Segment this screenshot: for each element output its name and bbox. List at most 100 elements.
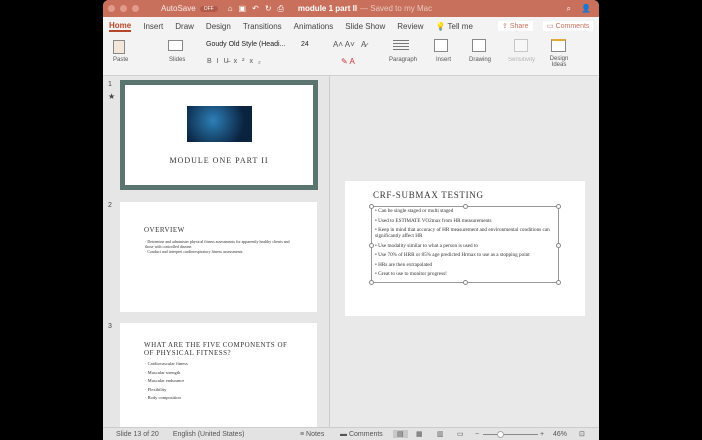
paragraph-icon[interactable] [393,40,409,51]
tab-transitions[interactable]: Transitions [243,22,282,31]
notes-button[interactable]: ≡ Notes [300,431,324,438]
paragraph-label: Paragraph [389,57,418,63]
undo-icon[interactable]: ↶ [252,4,259,13]
resize-handle[interactable] [556,243,561,248]
powerpoint-window: AutoSave OFF ⌂ ▣ ↶ ↻ ⎙ module 1 part II … [103,0,599,440]
zoom-in-button[interactable]: + [540,431,544,438]
slide-bullet: • Great to use to monitor progress! [375,271,447,277]
content-textbox[interactable]: • Can be single staged or multi staged •… [369,204,561,285]
slide-bullet: • Use 70% of HRR or 85% age predicted Hr… [375,252,530,258]
resize-handle[interactable] [369,204,374,209]
print-icon[interactable]: ⎙ [278,4,284,14]
fit-slide-icon[interactable]: ⊡ [579,430,585,438]
slides-icon[interactable] [168,40,183,51]
sensitivity-label: Sensitivity [508,57,536,63]
thumb-number: 2 [108,202,112,209]
insert-label: Insert [436,57,452,63]
slide-thumbnail-2[interactable]: OVERVIEW · Determine and administer phys… [120,202,317,312]
paste-icon[interactable] [113,40,125,54]
resize-handle[interactable] [369,280,374,285]
resize-handle[interactable] [463,204,468,209]
tab-slide-show[interactable]: Slide Show [345,22,385,31]
thumb-bullet: · Muscular endurance [145,378,185,383]
slide-sorter-button[interactable]: ▦ [416,430,423,438]
slide-bullet: • Used to ESTIMATE VO2max from HR measur… [375,217,492,224]
minimize-button[interactable] [120,5,127,12]
slide-thumbnail-pane[interactable]: 1 ★ MODULE ONE PART II 2 OVERVIEW · Dete… [103,76,330,427]
sensitivity-icon [514,39,528,52]
slide-thumbnail-1[interactable]: MODULE ONE PART II [120,80,318,190]
slide-counter: Slide 13 of 20 [116,430,159,438]
slideshow-button[interactable]: ▭ [457,430,464,438]
tab-design[interactable]: Design [206,22,231,31]
font-size-select[interactable]: 24 [301,41,309,48]
tab-insert[interactable]: Insert [143,22,163,31]
home-icon[interactable]: ⌂ [228,4,233,13]
thumb-number: 1 [108,81,112,88]
tell-me-search[interactable]: 💡 Tell me [436,22,473,31]
status-bar: Slide 13 of 20 English (United States) ≡… [103,427,599,440]
reading-view-button[interactable]: ▥ [437,430,444,438]
autosave-label: AutoSave [161,4,196,13]
font-name-select[interactable]: Goudy Old Style (Headi... [206,41,285,48]
resize-handle[interactable] [369,243,374,248]
grow-font-icon[interactable]: A˄ A˅ A̷ [333,40,366,49]
slide-editor[interactable]: CRF-SUBMAX TESTING • Can be single stage… [331,76,599,427]
slide-thumbnail-3[interactable]: WHAT ARE THE FIVE COMPONENTS OF OF PHYSI… [120,323,317,427]
tab-review[interactable]: Review [397,22,423,31]
zoom-button[interactable] [132,5,139,12]
comments-status-label: Comments [348,430,383,438]
notes-label: Notes [306,430,325,438]
search-icon[interactable]: ⌕ [567,4,571,14]
thumb-bullet: · Cardiovascular fitness [145,361,188,366]
zoom-level[interactable]: 46% [553,431,567,438]
slide-title[interactable]: CRF-SUBMAX TESTING [373,190,484,200]
slide-bullet: • HRs are then extrapolated [375,261,433,268]
ribbon-tabs: Home Insert Draw Design Transitions Anim… [103,17,599,35]
thumb-bullet: · Flexibility [145,386,167,392]
design-ideas-label: Design Ideas [549,56,569,68]
redo-icon[interactable]: ↻ [265,4,272,13]
thumb-title: OVERVIEW [144,226,185,234]
autosave-toggle[interactable]: OFF [199,5,218,12]
comments-label: Comments [555,23,590,30]
font-color-icon[interactable]: ✎ A [341,57,355,66]
comments-button[interactable]: ▭ Comments [543,21,594,31]
share-button[interactable]: ⇪ Share [498,21,533,31]
thumb-title: WHAT ARE THE FIVE COMPONENTS OF OF PHYSI… [144,341,288,357]
share-label: Share [509,23,529,30]
save-status: — Saved to my Mac [360,4,433,13]
tab-animations[interactable]: Animations [294,22,334,31]
resize-handle[interactable] [556,280,561,285]
design-ideas-icon[interactable] [551,39,566,52]
zoom-slider-thumb[interactable] [497,431,504,438]
slide-image [187,106,252,142]
current-slide[interactable]: CRF-SUBMAX TESTING • Can be single stage… [345,181,585,316]
resize-handle[interactable] [463,280,468,285]
document-title: module 1 part II [297,4,358,13]
zoom-slider[interactable] [483,431,538,438]
title-bar: AutoSave OFF ⌂ ▣ ↶ ↻ ⎙ module 1 part II … [103,0,599,17]
account-icon[interactable]: 👤 [581,4,591,13]
format-buttons[interactable]: BIU̶x²x₂ [207,58,266,65]
drawing-label: Drawing [469,57,492,63]
save-icon[interactable]: ▣ [239,4,247,13]
thumb-bullet: · Determine and administer physical fitn… [145,239,290,249]
star-icon: ★ [108,92,116,101]
drawing-icon[interactable] [472,39,486,52]
comments-status-button[interactable]: ▬ Comments [340,431,383,438]
resize-handle[interactable] [556,204,561,209]
tab-home[interactable]: Home [109,21,132,32]
tab-draw[interactable]: Draw [175,22,194,31]
insert-icon[interactable] [434,39,448,52]
paste-label: Paste [113,57,129,63]
thumb-bullet: · Conduct and interpret cardiorespirator… [145,249,244,254]
slide-bullet: • Keep in mind that accuracy of HR measu… [375,227,550,239]
language-indicator[interactable]: English (United States) [173,431,245,438]
normal-view-button[interactable]: ▤ [393,430,408,438]
close-button[interactable] [108,5,115,12]
thumb-title: MODULE ONE PART II [169,156,269,165]
thumb-bullet: · Body composition [145,395,181,400]
zoom-out-button[interactable]: − [475,431,479,438]
thumb-number: 3 [108,323,112,330]
